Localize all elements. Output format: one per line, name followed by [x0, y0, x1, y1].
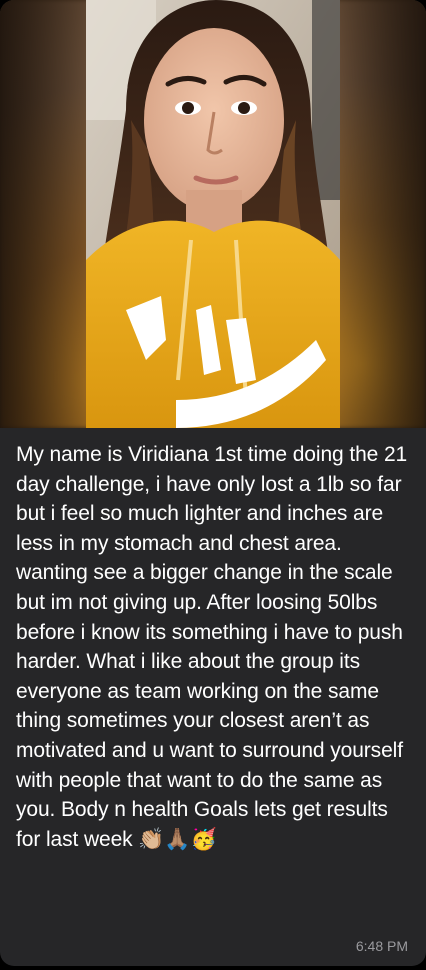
photo-right-edge: [340, 0, 426, 428]
message-timestamp: 6:48 PM: [355, 938, 408, 954]
message-text: My name is Viridiana 1st time doing the …: [16, 440, 414, 854]
emoji-reactions: 👏🏼🙏🏽🥳: [138, 827, 217, 851]
selfie-photo[interactable]: [86, 0, 340, 428]
photo-attachment[interactable]: [0, 0, 426, 428]
message-bubble[interactable]: My name is Viridiana 1st time doing the …: [0, 0, 426, 966]
photo-left-edge: [0, 0, 86, 428]
selfie-illustration: [86, 0, 340, 428]
message-body: My name is Viridiana 1st time doing the …: [16, 443, 408, 851]
